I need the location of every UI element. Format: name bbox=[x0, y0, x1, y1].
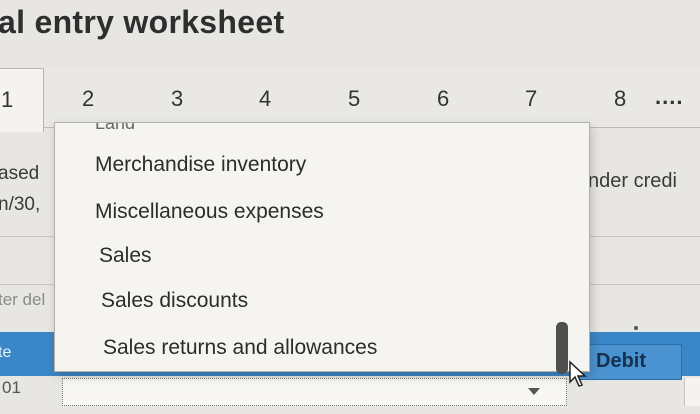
tab-more[interactable]: .... bbox=[655, 84, 683, 110]
account-select[interactable] bbox=[62, 378, 567, 406]
tab-3[interactable]: 3 bbox=[171, 86, 183, 112]
tab-1-label: 1 bbox=[1, 87, 14, 112]
left-text-line-1: ased bbox=[0, 163, 40, 184]
tab-7[interactable]: 7 bbox=[525, 86, 537, 112]
tab-2[interactable]: 2 bbox=[82, 86, 94, 112]
dropdown-option[interactable]: Merchandise inventory bbox=[95, 153, 306, 177]
tab-4[interactable]: 4 bbox=[259, 86, 271, 112]
tab-bar: 1 2 3 4 5 6 7 8 .... bbox=[0, 68, 700, 132]
left-text-line-3: ter del bbox=[0, 290, 46, 309]
tab-6[interactable]: 6 bbox=[437, 86, 449, 112]
header-date-label: te bbox=[0, 344, 12, 361]
dropdown-option[interactable]: Miscellaneous expenses bbox=[95, 200, 324, 224]
chevron-down-icon-glyph bbox=[528, 388, 540, 395]
dropdown-option-cut-off[interactable]: Land bbox=[95, 123, 135, 134]
chevron-down-icon[interactable] bbox=[523, 382, 545, 402]
dropdown-option[interactable]: Sales discounts bbox=[101, 289, 248, 313]
dropdown-scrollbar[interactable] bbox=[556, 322, 568, 374]
dot-mark bbox=[634, 326, 638, 330]
row-number: 01 bbox=[2, 378, 21, 397]
debit-input-cell[interactable] bbox=[684, 378, 700, 406]
debit-header-label: Debit bbox=[596, 350, 646, 372]
left-text-line-2: n/30, bbox=[0, 194, 41, 215]
tab-8[interactable]: 8 bbox=[614, 86, 626, 112]
page-title: al entry worksheet bbox=[0, 4, 285, 40]
dropdown-option[interactable]: Sales bbox=[99, 244, 152, 268]
tab-1[interactable]: 1 bbox=[0, 68, 44, 132]
mouse-pointer-icon-glyph bbox=[569, 360, 587, 387]
right-column-text: nder credi bbox=[588, 170, 677, 192]
account-dropdown-list[interactable]: Land Merchandise inventory Miscellaneous… bbox=[54, 122, 590, 372]
dropdown-option[interactable]: Sales returns and allowances bbox=[103, 336, 377, 360]
mouse-pointer-icon bbox=[568, 360, 590, 388]
tab-5[interactable]: 5 bbox=[348, 86, 360, 112]
